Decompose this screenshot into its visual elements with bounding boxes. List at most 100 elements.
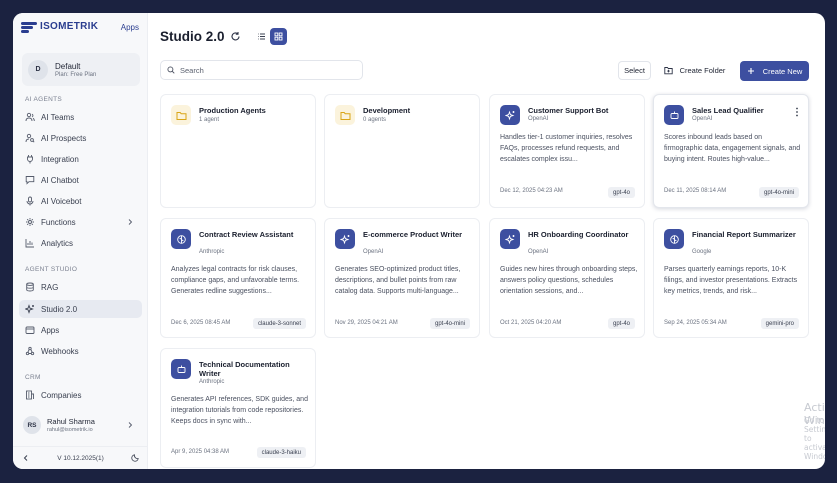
agent-name: HR Onboarding Coordinator [528, 230, 629, 239]
agent-card[interactable]: Financial Report Summarizer Google Parse… [653, 218, 809, 338]
agent-card[interactable]: Contract Review Assistant Anthropic Anal… [160, 218, 316, 338]
folder-card[interactable]: Production Agents 1 agent [160, 94, 316, 208]
agent-card[interactable]: E-commerce Product Writer OpenAI Generat… [324, 218, 480, 338]
user-profile[interactable]: RS Rahul Sharma rahul@isometrik.io [19, 413, 142, 437]
sidebar-item-label: Companies [41, 390, 82, 400]
org-name: Default [55, 61, 81, 71]
create-folder-label: Create Folder [679, 66, 726, 75]
more-vertical-icon[interactable] [793, 107, 801, 117]
page-title: Studio 2.0 [160, 29, 225, 44]
agent-description: Parses quarterly earnings reports, 10-K … [664, 266, 798, 295]
section-label-agent-studio: AGENT STUDIO [25, 266, 78, 273]
agent-name: Financial Report Summarizer [692, 230, 796, 239]
sparkle-icon [500, 229, 520, 249]
sidebar-item-functions[interactable]: Functions [19, 213, 142, 231]
database-icon [25, 282, 35, 292]
plug-icon [25, 154, 35, 164]
agent-name: Customer Support Bot [528, 106, 609, 115]
sidebar-item-companies[interactable]: Companies [19, 386, 142, 404]
agent-provider: OpenAI [528, 249, 549, 255]
webhook-icon [25, 346, 35, 356]
sidebar-item-label: Analytics [41, 238, 74, 248]
section-label-crm: CRM [25, 374, 41, 381]
sidebar-item-apps[interactable]: Apps [19, 321, 142, 339]
create-new-button[interactable]: Create New [740, 61, 809, 81]
agent-provider: OpenAI [363, 249, 384, 255]
search-input[interactable] [180, 65, 350, 75]
avatar: D [28, 59, 48, 80]
agent-date: Dec 11, 2025 08:14 AM [664, 188, 727, 194]
moon-icon[interactable] [131, 453, 140, 462]
user-email: rahul@isometrik.io [47, 427, 93, 433]
sidebar-item-ai-voicebot[interactable]: AI Voicebot [19, 192, 142, 210]
search-box [160, 60, 363, 80]
list-view-button[interactable] [253, 28, 270, 45]
sidebar-item-ai-prospects[interactable]: AI Prospects [19, 129, 142, 147]
sidebar-item-rag[interactable]: RAG [19, 278, 142, 296]
model-badge: gpt-4o [607, 318, 635, 329]
sidebar-item-ai-teams[interactable]: AI Teams [19, 108, 142, 126]
functions-icon [25, 217, 35, 227]
brand-logo[interactable]: ISOMETRIK [21, 21, 98, 33]
agent-card[interactable]: Sales Lead Qualifier OpenAI Scores inbou… [653, 94, 809, 208]
folder-name: Production Agents [199, 106, 266, 115]
agent-card[interactable]: Customer Support Bot OpenAI Handles tier… [489, 94, 645, 208]
agent-name: Contract Review Assistant [199, 230, 294, 239]
plus-icon [747, 68, 754, 74]
search-user-icon [25, 133, 35, 143]
app-window: ISOMETRIK Apps D Default Plan: Free Plan… [13, 13, 825, 469]
org-switcher[interactable]: D Default Plan: Free Plan [22, 53, 140, 86]
agent-description: Generates SEO-optimized product titles, … [335, 266, 461, 295]
sparkle-icon [25, 304, 35, 314]
sidebar-item-label: AI Chatbot [41, 175, 79, 185]
sidebar-item-label: AI Teams [41, 112, 75, 122]
agent-date: Dec 6, 2025 08:45 AM [171, 320, 231, 326]
agent-provider: OpenAI [692, 116, 713, 122]
collapse-sidebar-icon[interactable] [22, 454, 30, 462]
chat-icon [25, 175, 35, 185]
refresh-icon[interactable] [230, 31, 241, 42]
apps-link[interactable]: Apps [121, 23, 139, 32]
sidebar-item-ai-chatbot[interactable]: AI Chatbot [19, 171, 142, 189]
grid-view-button[interactable] [270, 28, 287, 45]
agent-date: Sep 24, 2025 05:34 AM [664, 320, 727, 326]
robot-icon [171, 359, 191, 379]
model-badge: claude-3-sonnet [252, 318, 306, 329]
sidebar-item-studio[interactable]: Studio 2.0 [19, 300, 142, 318]
agent-description: Analyzes legal contracts for risk clause… [171, 266, 300, 295]
agent-description: Scores inbound leads based on firmograph… [664, 134, 801, 163]
folder-icon [25, 325, 35, 335]
agent-provider: Google [692, 249, 712, 255]
agent-name: Sales Lead Qualifier [692, 106, 764, 115]
sparkle-icon [335, 229, 355, 249]
sidebar-item-analytics[interactable]: Analytics [19, 234, 142, 252]
model-badge: gpt-4o [607, 187, 635, 198]
agent-date: Apr 9, 2025 04:38 AM [171, 449, 230, 455]
sidebar-item-integration[interactable]: Integration [19, 150, 142, 168]
agent-card[interactable]: HR Onboarding Coordinator OpenAI Guides … [489, 218, 645, 338]
create-folder-button[interactable]: Create Folder [656, 61, 733, 80]
agent-date: Nov 29, 2025 04:21 AM [335, 320, 398, 326]
folder-card[interactable]: Development 0 agents [324, 94, 480, 208]
model-badge: gemini-pro [760, 318, 799, 329]
building-icon [25, 390, 35, 400]
agent-name: E-commerce Product Writer [363, 230, 463, 239]
agent-description: Generates API references, SDK guides, an… [171, 396, 308, 425]
users-icon [25, 112, 35, 122]
agent-provider: Anthropic [199, 379, 225, 385]
sidebar-item-label: Webhooks [41, 346, 79, 356]
agent-description: Guides new hires through onboarding step… [500, 266, 638, 295]
sidebar-item-label: AI Prospects [41, 133, 87, 143]
grid-icon [274, 32, 283, 41]
select-button[interactable]: Select [618, 61, 651, 80]
sidebar-item-webhooks[interactable]: Webhooks [19, 342, 142, 360]
folder-icon [335, 105, 355, 125]
user-name: Rahul Sharma [47, 417, 95, 426]
agent-card[interactable]: Technical Documentation Writer Anthropic… [160, 348, 316, 468]
folder-count: 1 agent [199, 117, 220, 123]
chevron-right-icon [128, 422, 133, 428]
model-badge: claude-3-haiku [256, 447, 306, 458]
agent-provider: Anthropic [199, 249, 225, 255]
sidebar-item-label: Integration [41, 154, 79, 164]
agent-description: Handles tier-1 customer inquiries, resol… [500, 134, 633, 163]
